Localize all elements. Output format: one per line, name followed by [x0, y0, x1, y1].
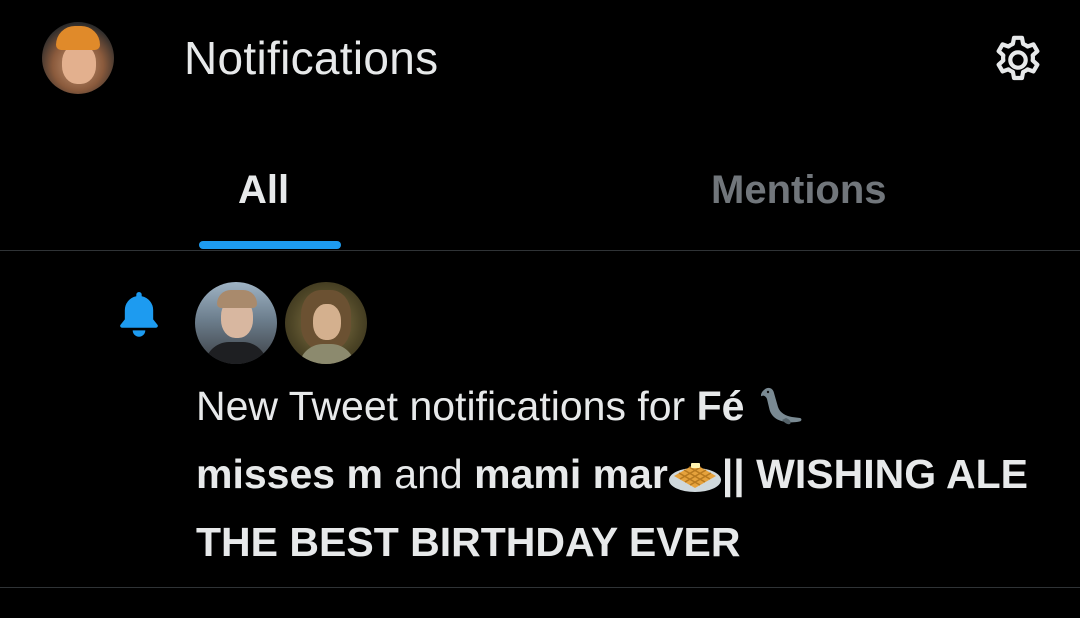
bell-icon [120, 291, 158, 337]
user-avatar[interactable] [195, 282, 277, 364]
user-avatar[interactable] [285, 282, 367, 364]
tab-all[interactable]: All [0, 140, 540, 250]
gear-icon [996, 35, 1040, 81]
top-header: Notifications [0, 0, 1080, 120]
tab-mentions-label: Mentions [711, 168, 887, 212]
notification-tabs: All Mentions [0, 140, 1080, 251]
active-tab-indicator [199, 241, 341, 249]
user-name: Fé [696, 383, 756, 429]
notification-joiner: and [382, 451, 475, 497]
tab-mentions[interactable]: Mentions [540, 140, 1080, 250]
avatar-face [62, 44, 96, 84]
seal-emoji [756, 381, 806, 443]
user-name: misses m [196, 451, 383, 497]
avatar-shirt [205, 342, 267, 364]
avatar-shirt [299, 344, 355, 364]
notification-text: New Tweet notifications for Fé misses m … [196, 375, 1046, 573]
profile-avatar[interactable] [42, 22, 114, 94]
page-title: Notifications [184, 32, 439, 84]
notification-prefix: New Tweet notifications for [196, 383, 697, 429]
notification-item[interactable]: New Tweet notifications for Fé misses m … [0, 251, 1080, 588]
settings-button[interactable] [988, 30, 1048, 90]
avatar-hair [217, 290, 257, 308]
avatar-hat [56, 26, 100, 50]
tab-all-label: All [238, 168, 290, 212]
waffle-emoji [668, 449, 722, 511]
avatar-face [313, 304, 341, 340]
user-name: mami mar [474, 451, 668, 497]
